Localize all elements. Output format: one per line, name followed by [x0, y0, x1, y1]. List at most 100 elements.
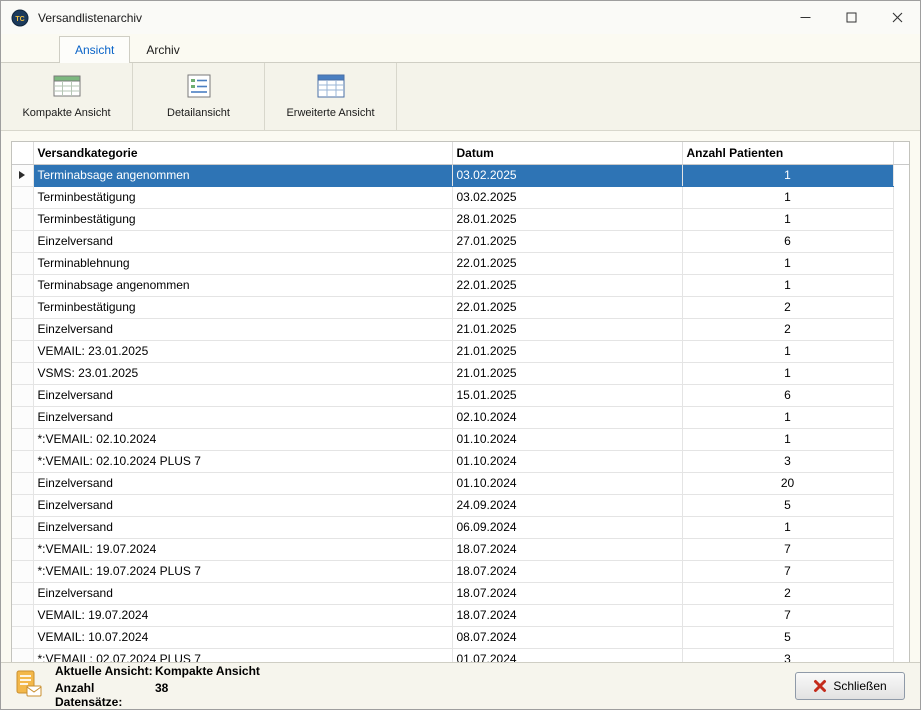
cell-datum[interactable]: 08.07.2024 — [452, 626, 682, 648]
cell-anzahl-patienten[interactable]: 2 — [682, 296, 893, 318]
cell-versandkategorie[interactable]: Einzelversand — [33, 516, 452, 538]
header-datum[interactable]: Datum — [452, 142, 682, 164]
cell-anzahl-patienten[interactable]: 5 — [682, 494, 893, 516]
cell-anzahl-patienten[interactable]: 7 — [682, 538, 893, 560]
table-row[interactable]: Einzelversand21.01.20252 — [12, 318, 909, 340]
cell-anzahl-patienten[interactable]: 1 — [682, 362, 893, 384]
row-selector-cell[interactable] — [12, 164, 33, 186]
cell-datum[interactable]: 01.10.2024 — [452, 450, 682, 472]
cell-datum[interactable]: 18.07.2024 — [452, 560, 682, 582]
cell-datum[interactable]: 01.07.2024 — [452, 648, 682, 662]
cell-datum[interactable]: 18.07.2024 — [452, 604, 682, 626]
row-selector-cell[interactable] — [12, 296, 33, 318]
table-row[interactable]: Einzelversand15.01.20256 — [12, 384, 909, 406]
cell-datum[interactable]: 28.01.2025 — [452, 208, 682, 230]
row-selector-cell[interactable] — [12, 604, 33, 626]
cell-versandkategorie[interactable]: *:VEMAIL: 19.07.2024 — [33, 538, 452, 560]
cell-versandkategorie[interactable]: Einzelversand — [33, 318, 452, 340]
cell-versandkategorie[interactable]: Einzelversand — [33, 494, 452, 516]
row-selector-cell[interactable] — [12, 274, 33, 296]
table-row[interactable]: Einzelversand02.10.20241 — [12, 406, 909, 428]
table-row[interactable]: *:VEMAIL: 19.07.202418.07.20247 — [12, 538, 909, 560]
table-row[interactable]: Terminabsage angenommen22.01.20251 — [12, 274, 909, 296]
row-selector-cell[interactable] — [12, 252, 33, 274]
cell-versandkategorie[interactable]: Einzelversand — [33, 230, 452, 252]
table-row[interactable]: *:VEMAIL: 02.10.202401.10.20241 — [12, 428, 909, 450]
cell-versandkategorie[interactable]: Einzelversand — [33, 472, 452, 494]
row-selector-cell[interactable] — [12, 406, 33, 428]
row-selector-cell[interactable] — [12, 472, 33, 494]
maximize-button[interactable] — [828, 1, 874, 34]
cell-datum[interactable]: 03.02.2025 — [452, 186, 682, 208]
header-versandkategorie[interactable]: Versandkategorie — [33, 142, 452, 164]
table-row[interactable]: VEMAIL: 23.01.202521.01.20251 — [12, 340, 909, 362]
table-row[interactable]: Terminbestätigung22.01.20252 — [12, 296, 909, 318]
cell-datum[interactable]: 22.01.2025 — [452, 274, 682, 296]
cell-anzahl-patienten[interactable]: 1 — [682, 208, 893, 230]
row-selector-cell[interactable] — [12, 516, 33, 538]
cell-anzahl-patienten[interactable]: 3 — [682, 450, 893, 472]
table-row[interactable]: *:VEMAIL: 02.07.2024 PLUS 701.07.20243 — [12, 648, 909, 662]
cell-datum[interactable]: 18.07.2024 — [452, 582, 682, 604]
cell-versandkategorie[interactable]: Einzelversand — [33, 406, 452, 428]
cell-anzahl-patienten[interactable]: 1 — [682, 340, 893, 362]
close-window-button[interactable] — [874, 1, 920, 34]
row-selector-cell[interactable] — [12, 230, 33, 252]
cell-versandkategorie[interactable]: VEMAIL: 10.07.2024 — [33, 626, 452, 648]
cell-datum[interactable]: 02.10.2024 — [452, 406, 682, 428]
row-selector-cell[interactable] — [12, 538, 33, 560]
cell-anzahl-patienten[interactable]: 6 — [682, 230, 893, 252]
table-row[interactable]: *:VEMAIL: 19.07.2024 PLUS 718.07.20247 — [12, 560, 909, 582]
cell-datum[interactable]: 18.07.2024 — [452, 538, 682, 560]
tab-archiv[interactable]: Archiv — [130, 36, 195, 62]
table-row[interactable]: VSMS: 23.01.202521.01.20251 — [12, 362, 909, 384]
cell-versandkategorie[interactable]: VEMAIL: 19.07.2024 — [33, 604, 452, 626]
cell-versandkategorie[interactable]: *:VEMAIL: 02.07.2024 PLUS 7 — [33, 648, 452, 662]
cell-datum[interactable]: 21.01.2025 — [452, 318, 682, 340]
cell-anzahl-patienten[interactable]: 6 — [682, 384, 893, 406]
schliessen-button[interactable]: Schließen — [795, 672, 905, 700]
row-selector-cell[interactable] — [12, 494, 33, 516]
cell-versandkategorie[interactable]: Terminabsage angenommen — [33, 164, 452, 186]
row-selector-cell[interactable] — [12, 648, 33, 662]
cell-datum[interactable]: 22.01.2025 — [452, 252, 682, 274]
row-selector-cell[interactable] — [12, 428, 33, 450]
row-selector-cell[interactable] — [12, 186, 33, 208]
detailansicht-button[interactable]: Detailansicht — [133, 63, 264, 130]
table-row[interactable]: Terminbestätigung03.02.20251 — [12, 186, 909, 208]
cell-anzahl-patienten[interactable]: 3 — [682, 648, 893, 662]
cell-versandkategorie[interactable]: Terminbestätigung — [33, 186, 452, 208]
cell-versandkategorie[interactable]: Terminabsage angenommen — [33, 274, 452, 296]
cell-anzahl-patienten[interactable]: 20 — [682, 472, 893, 494]
row-selector-cell[interactable] — [12, 582, 33, 604]
table-row[interactable]: Einzelversand01.10.202420 — [12, 472, 909, 494]
table-row[interactable]: VEMAIL: 19.07.202418.07.20247 — [12, 604, 909, 626]
table-row[interactable]: Terminablehnung22.01.20251 — [12, 252, 909, 274]
cell-versandkategorie[interactable]: Terminablehnung — [33, 252, 452, 274]
cell-anzahl-patienten[interactable]: 7 — [682, 560, 893, 582]
row-selector-cell[interactable] — [12, 560, 33, 582]
table-row[interactable]: *:VEMAIL: 02.10.2024 PLUS 701.10.20243 — [12, 450, 909, 472]
cell-versandkategorie[interactable]: *:VEMAIL: 02.10.2024 — [33, 428, 452, 450]
cell-versandkategorie[interactable]: Einzelversand — [33, 582, 452, 604]
cell-datum[interactable]: 01.10.2024 — [452, 472, 682, 494]
header-anzahl-patienten[interactable]: Anzahl Patienten — [682, 142, 893, 164]
cell-datum[interactable]: 27.01.2025 — [452, 230, 682, 252]
cell-datum[interactable]: 03.02.2025 — [452, 164, 682, 186]
table-row[interactable]: Einzelversand27.01.20256 — [12, 230, 909, 252]
table-row[interactable]: Einzelversand06.09.20241 — [12, 516, 909, 538]
row-selector-cell[interactable] — [12, 318, 33, 340]
row-selector-cell[interactable] — [12, 362, 33, 384]
row-selector-cell[interactable] — [12, 340, 33, 362]
cell-versandkategorie[interactable]: VEMAIL: 23.01.2025 — [33, 340, 452, 362]
cell-datum[interactable]: 24.09.2024 — [452, 494, 682, 516]
cell-anzahl-patienten[interactable]: 2 — [682, 582, 893, 604]
table-row[interactable]: Terminabsage angenommen03.02.20251 — [12, 164, 909, 186]
cell-anzahl-patienten[interactable]: 7 — [682, 604, 893, 626]
tab-ansicht[interactable]: Ansicht — [59, 36, 130, 63]
cell-versandkategorie[interactable]: Terminbestätigung — [33, 296, 452, 318]
cell-datum[interactable]: 22.01.2025 — [452, 296, 682, 318]
cell-versandkategorie[interactable]: *:VEMAIL: 02.10.2024 PLUS 7 — [33, 450, 452, 472]
cell-anzahl-patienten[interactable]: 1 — [682, 516, 893, 538]
table-row[interactable]: Einzelversand18.07.20242 — [12, 582, 909, 604]
